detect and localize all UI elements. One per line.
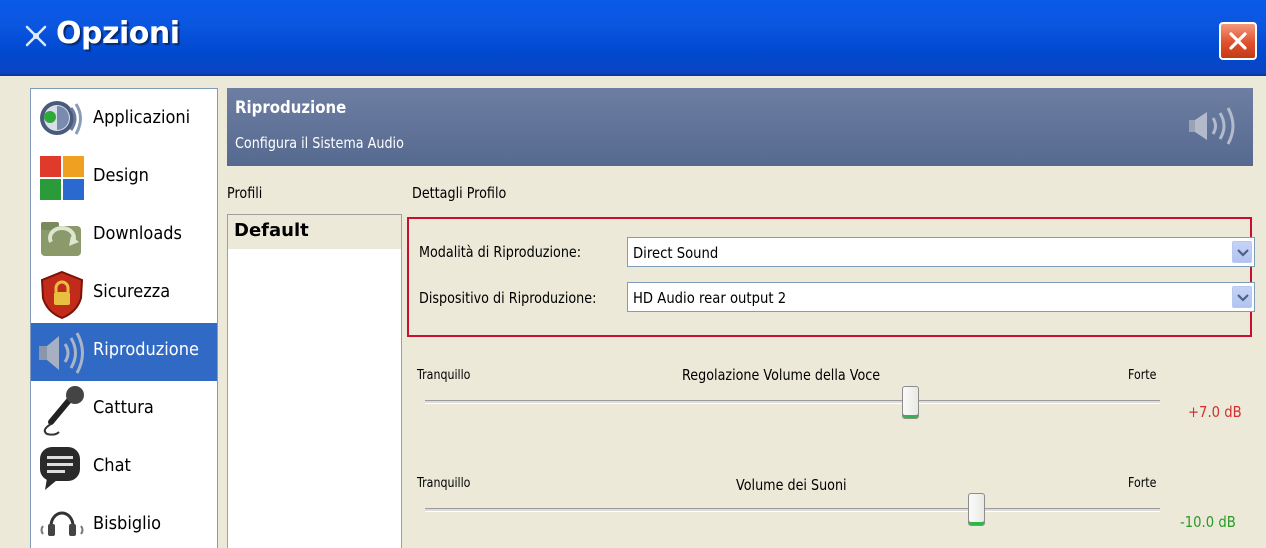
playback-speaker-icon <box>39 332 84 374</box>
section-header: Riproduzione Configura il Sistema Audio <box>227 88 1253 166</box>
playback-device-value: HD Audio rear output 2 <box>633 289 787 307</box>
profile-name: Default <box>234 220 309 241</box>
playback-mode-select[interactable]: Direct Sound <box>627 237 1255 267</box>
sidebar-item-sicurezza[interactable]: Sicurezza <box>31 265 217 323</box>
sidebar-item-label: Design <box>93 165 149 186</box>
window-title: Opzioni <box>56 16 180 51</box>
microphone-icon <box>43 386 84 436</box>
playback-mode-label: Modalità di Riproduzione: <box>419 243 582 261</box>
sidebar-item-label: Sicurezza <box>93 281 171 302</box>
voice-volume-slider-thumb[interactable] <box>902 386 920 419</box>
sidebar-item-chat[interactable]: Chat <box>31 439 217 497</box>
sidebar-item-cattura[interactable]: Cattura <box>31 381 217 439</box>
voice-volume-title: Regolazione Volume della Voce <box>682 366 881 384</box>
sound-volume-title: Volume dei Suoni <box>736 476 847 494</box>
voice-max-label: Forte <box>1128 368 1157 383</box>
profiles-list: Default <box>227 214 402 548</box>
downloads-icon <box>41 222 81 256</box>
close-button[interactable] <box>1219 22 1257 60</box>
profiles-label: Profili <box>227 184 263 202</box>
sidebar-item-label: Riproduzione <box>93 339 199 360</box>
voice-volume-value: +7.0 dB <box>1188 403 1242 421</box>
sidebar-item-bisbiglio[interactable]: Bisbiglio <box>31 497 217 548</box>
design-icon <box>40 156 84 200</box>
category-sidebar: Applicazioni Design Downloads Sicurezza <box>30 88 218 548</box>
options-icon <box>25 25 47 47</box>
applications-icon <box>40 101 82 135</box>
chat-icon <box>40 447 80 490</box>
voice-min-label: Tranquillo <box>417 368 471 383</box>
title-bar: Opzioni <box>0 0 1266 76</box>
sidebar-item-downloads[interactable]: Downloads <box>31 207 217 265</box>
chevron-down-icon <box>1237 294 1249 302</box>
sound-min-label: Tranquillo <box>417 476 471 491</box>
section-subtitle: Configura il Sistema Audio <box>235 134 404 152</box>
sound-volume-slider-thumb[interactable] <box>968 493 986 526</box>
voice-volume-track[interactable] <box>425 400 1160 404</box>
whisper-headset-icon <box>40 511 84 536</box>
sidebar-item-design[interactable]: Design <box>31 149 217 207</box>
sidebar-item-label: Chat <box>93 455 131 476</box>
close-icon <box>1229 32 1247 50</box>
dropdown-button[interactable] <box>1232 286 1252 308</box>
playback-mode-value: Direct Sound <box>633 244 719 262</box>
sidebar-item-label: Bisbiglio <box>93 513 162 534</box>
profile-details-label: Dettagli Profilo <box>412 184 507 202</box>
sidebar-item-applicazioni[interactable]: Applicazioni <box>31 91 217 149</box>
dropdown-button[interactable] <box>1232 241 1252 263</box>
playback-speaker-icon <box>1189 107 1235 145</box>
sound-max-label: Forte <box>1128 476 1157 491</box>
playback-settings-highlight: Modalità di Riproduzione: Direct Sound D… <box>407 217 1255 337</box>
sidebar-item-label: Downloads <box>93 223 182 244</box>
sidebar-item-label: Cattura <box>93 397 154 418</box>
section-title: Riproduzione <box>235 98 347 118</box>
security-icon <box>40 270 84 320</box>
playback-device-label: Dispositivo di Riproduzione: <box>419 289 597 307</box>
sound-volume-value: -10.0 dB <box>1180 513 1236 531</box>
list-item[interactable]: Default <box>228 215 401 249</box>
sidebar-item-label: Applicazioni <box>93 107 191 128</box>
playback-device-select[interactable]: HD Audio rear output 2 <box>627 282 1255 312</box>
sidebar-item-riproduzione[interactable]: Riproduzione <box>31 323 217 381</box>
sound-volume-track[interactable] <box>425 508 1160 512</box>
chevron-down-icon <box>1237 249 1249 257</box>
